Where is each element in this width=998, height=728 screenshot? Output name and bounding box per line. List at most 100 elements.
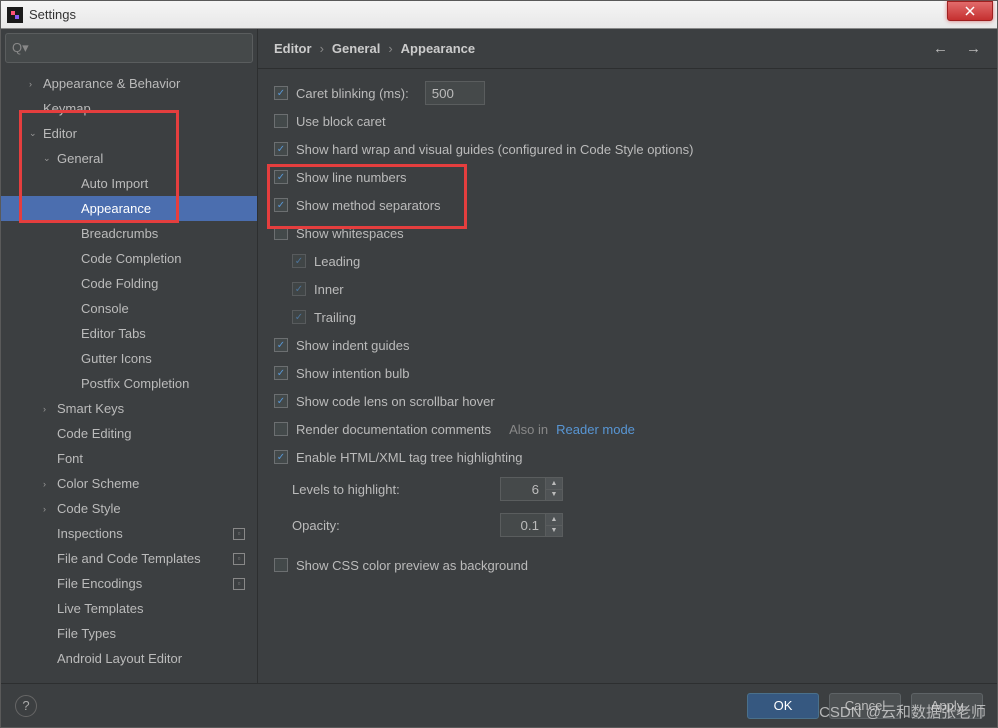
breadcrumb-item[interactable]: General <box>332 41 380 56</box>
sidebar-item-label: Font <box>57 451 83 466</box>
sidebar-item-label: Appearance & Behavior <box>43 76 180 91</box>
show-whitespaces-checkbox[interactable] <box>274 226 288 240</box>
sidebar-item-label: Postfix Completion <box>81 376 189 391</box>
caret-blinking-checkbox[interactable]: ✓ <box>274 86 288 100</box>
sidebar-item-smart-keys[interactable]: ›Smart Keys <box>1 396 257 421</box>
inner-checkbox[interactable]: ✓ <box>292 282 306 296</box>
show-method-separators-label: Show method separators <box>296 198 441 213</box>
sidebar-item-console[interactable]: Console <box>1 296 257 321</box>
cancel-button[interactable]: Cancel <box>829 693 901 719</box>
show-indent-guides-checkbox[interactable]: ✓ <box>274 338 288 352</box>
enable-html-tag-row: ✓ Enable HTML/XML tag tree highlighting <box>274 443 981 471</box>
sidebar-item-appearance[interactable]: Appearance <box>1 196 257 221</box>
sidebar-item-label: File Encodings <box>57 576 142 591</box>
sidebar-item-label: Keymap <box>43 101 91 116</box>
sidebar-item-file-and-code-templates[interactable]: File and Code Templates▫ <box>1 546 257 571</box>
sidebar-item-code-editing[interactable]: Code Editing <box>1 421 257 446</box>
footer: ? OK Cancel Apply <box>1 683 997 727</box>
chevron-up-icon[interactable]: ▲ <box>546 514 562 526</box>
sidebar-item-inspections[interactable]: Inspections▫ <box>1 521 257 546</box>
levels-spinner[interactable]: ▲▼ <box>500 477 563 501</box>
inner-label: Inner <box>314 282 344 297</box>
sidebar-item-label: Editor <box>43 126 77 141</box>
show-line-numbers-checkbox[interactable]: ✓ <box>274 170 288 184</box>
levels-label: Levels to highlight: <box>292 482 492 497</box>
also-in-text: Also in <box>509 422 548 437</box>
sidebar-item-code-folding[interactable]: Code Folding <box>1 271 257 296</box>
sidebar-item-file-types[interactable]: File Types <box>1 621 257 646</box>
sidebar-item-editor[interactable]: ⌄Editor <box>1 121 257 146</box>
chevron-right-icon: › <box>320 41 324 56</box>
show-hard-wrap-checkbox[interactable]: ✓ <box>274 142 288 156</box>
settings-body: ✓ Caret blinking (ms): Use block caret ✓… <box>258 69 997 683</box>
main-panel: Editor › General › Appearance ← → ✓ Care… <box>258 29 997 683</box>
sidebar-item-breadcrumbs[interactable]: Breadcrumbs <box>1 221 257 246</box>
sidebar: Q▾ ›Appearance & Behavior Keymap ⌄Editor⌄G… <box>1 29 258 683</box>
opacity-row: Opacity: ▲▼ <box>274 507 981 543</box>
show-line-numbers-label: Show line numbers <box>296 170 407 185</box>
search-icon: Q▾ <box>12 40 29 56</box>
chevron-up-icon[interactable]: ▲ <box>546 478 562 490</box>
apply-button[interactable]: Apply <box>911 693 983 719</box>
search-input[interactable]: Q▾ <box>5 33 253 63</box>
show-indent-guides-label: Show indent guides <box>296 338 409 353</box>
use-block-caret-checkbox[interactable] <box>274 114 288 128</box>
sidebar-item-postfix-completion[interactable]: Postfix Completion <box>1 371 257 396</box>
trailing-row: ✓ Trailing <box>274 303 981 331</box>
opacity-spinner[interactable]: ▲▼ <box>500 513 563 537</box>
nav-back-icon[interactable]: ← <box>933 40 948 57</box>
show-code-lens-checkbox[interactable]: ✓ <box>274 394 288 408</box>
sidebar-item-label: Auto Import <box>81 176 148 191</box>
sidebar-item-gutter-icons[interactable]: Gutter Icons <box>1 346 257 371</box>
sidebar-item-code-style[interactable]: ›Code Style <box>1 496 257 521</box>
chevron-down-icon[interactable]: ▼ <box>546 526 562 537</box>
show-method-separators-checkbox[interactable]: ✓ <box>274 198 288 212</box>
sidebar-item-label: Console <box>81 301 129 316</box>
leading-checkbox[interactable]: ✓ <box>292 254 306 268</box>
sidebar-item-file-encodings[interactable]: File Encodings▫ <box>1 571 257 596</box>
opacity-label: Opacity: <box>292 518 492 533</box>
trailing-checkbox[interactable]: ✓ <box>292 310 306 324</box>
caret-blinking-input[interactable] <box>425 81 485 105</box>
show-intention-bulb-checkbox[interactable]: ✓ <box>274 366 288 380</box>
sidebar-item-keymap[interactable]: Keymap <box>1 96 257 121</box>
sidebar-item-label: File Types <box>57 626 116 641</box>
project-scope-icon: ▫ <box>233 553 245 565</box>
sidebar-item-editor-tabs[interactable]: Editor Tabs <box>1 321 257 346</box>
sidebar-item-general[interactable]: ⌄General <box>1 146 257 171</box>
nav-forward-icon[interactable]: → <box>966 40 981 57</box>
sidebar-item-font[interactable]: Font <box>1 446 257 471</box>
show-whitespaces-row: Show whitespaces <box>274 219 981 247</box>
show-indent-guides-row: ✓ Show indent guides <box>274 331 981 359</box>
ok-button[interactable]: OK <box>747 693 819 719</box>
show-method-separators-row: ✓ Show method separators <box>274 191 981 219</box>
show-hard-wrap-label: Show hard wrap and visual guides (config… <box>296 142 693 157</box>
sidebar-item-label: Code Folding <box>81 276 158 291</box>
reader-mode-link[interactable]: Reader mode <box>556 422 635 437</box>
sidebar-item-auto-import[interactable]: Auto Import <box>1 171 257 196</box>
render-doc-checkbox[interactable] <box>274 422 288 436</box>
sidebar-item-appearance-behavior[interactable]: ›Appearance & Behavior <box>1 71 257 96</box>
opacity-input[interactable] <box>500 513 546 537</box>
sidebar-item-label: Code Editing <box>57 426 131 441</box>
use-block-caret-label: Use block caret <box>296 114 386 129</box>
app-icon <box>7 7 23 23</box>
help-button[interactable]: ? <box>15 695 37 717</box>
show-intention-bulb-row: ✓ Show intention bulb <box>274 359 981 387</box>
spinner-buttons[interactable]: ▲▼ <box>546 477 563 501</box>
levels-input[interactable] <box>500 477 546 501</box>
sidebar-item-live-templates[interactable]: Live Templates <box>1 596 257 621</box>
enable-html-tag-checkbox[interactable]: ✓ <box>274 450 288 464</box>
spinner-buttons[interactable]: ▲▼ <box>546 513 563 537</box>
sidebar-item-code-completion[interactable]: Code Completion <box>1 246 257 271</box>
close-button[interactable] <box>947 1 993 21</box>
sidebar-item-android-layout-editor[interactable]: Android Layout Editor <box>1 646 257 671</box>
sidebar-item-label: Smart Keys <box>57 401 124 416</box>
sidebar-item-label: Appearance <box>81 201 151 216</box>
sidebar-item-label: Gutter Icons <box>81 351 152 366</box>
sidebar-item-color-scheme[interactable]: ›Color Scheme <box>1 471 257 496</box>
show-css-preview-checkbox[interactable] <box>274 558 288 572</box>
breadcrumb-item[interactable]: Editor <box>274 41 312 56</box>
chevron-down-icon[interactable]: ▼ <box>546 490 562 501</box>
chevron-right-icon: › <box>388 41 392 56</box>
